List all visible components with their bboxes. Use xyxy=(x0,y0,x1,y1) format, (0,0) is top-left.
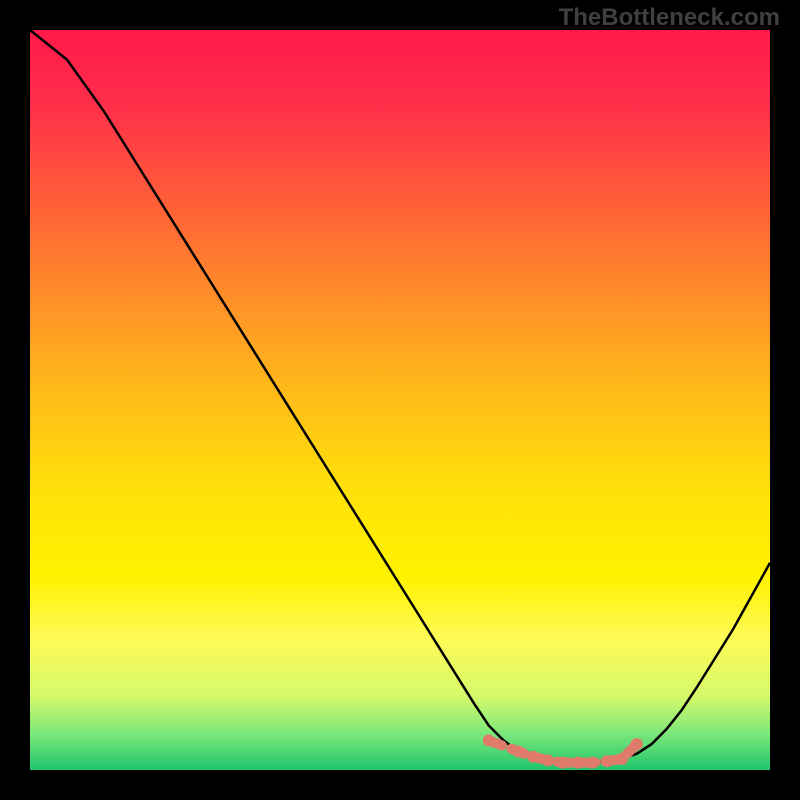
optimal-markers-group xyxy=(483,734,643,768)
plot-area xyxy=(30,30,770,770)
chart-container: TheBottleneck.com xyxy=(0,0,800,800)
optimal-marker-dot xyxy=(601,755,613,767)
optimal-marker-dot xyxy=(527,751,539,763)
bottleneck-curve-path xyxy=(30,30,770,763)
optimal-marker-dot xyxy=(586,757,598,769)
optimal-marker-dot xyxy=(616,753,628,765)
optimal-marker-dot xyxy=(572,757,584,769)
optimal-marker-dot xyxy=(557,757,569,769)
optimal-marker-dot xyxy=(483,734,495,746)
optimal-marker-dot xyxy=(542,754,554,766)
watermark-text: TheBottleneck.com xyxy=(559,4,780,32)
optimal-marker-dot xyxy=(631,738,643,750)
optimal-marker-dot xyxy=(512,746,524,758)
curve-svg xyxy=(30,30,770,770)
